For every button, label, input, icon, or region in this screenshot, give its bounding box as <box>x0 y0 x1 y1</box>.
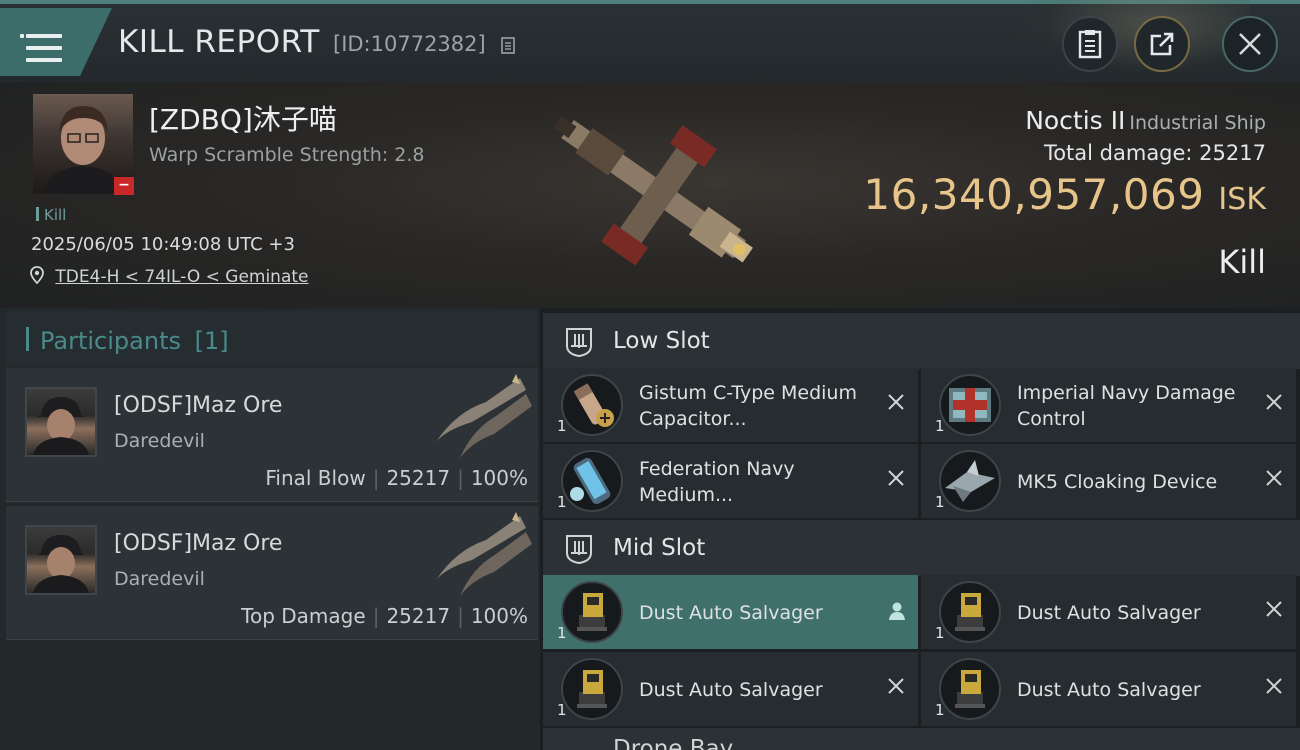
item-name: Imperial Navy Damage Control <box>1017 382 1236 430</box>
participant-avatar[interactable] <box>25 525 97 595</box>
close-icon <box>1239 33 1261 55</box>
dropped-item-person-icon <box>889 602 905 620</box>
destroyed-x-icon <box>888 470 904 486</box>
participant-stats: Top Damage | 25217 | 100% <box>241 604 528 628</box>
fitted-item[interactable]: 1 Dust Auto Salvager <box>543 652 918 726</box>
ship-name: Noctis II <box>1025 106 1126 135</box>
planet-backdrop <box>1010 0 1250 82</box>
participant-ship-image <box>436 374 532 458</box>
low-slot-icon <box>566 328 592 358</box>
blue-capacitor-icon <box>561 450 623 512</box>
fitted-item[interactable]: 1 Gistum C-Type Medium Capacitor... <box>543 368 918 442</box>
participant-stats: Final Blow | 25217 | 100% <box>265 466 528 490</box>
pilot-portrait-icon <box>33 397 89 455</box>
salvager-icon <box>561 581 623 643</box>
item-quantity: 1 <box>935 493 945 511</box>
warp-scramble-strength: Warp Scramble Strength: 2.8 <box>149 144 425 166</box>
salvager-icon <box>939 658 1001 720</box>
damage-control-icon <box>939 374 1001 436</box>
participant-role: Final Blow <box>265 466 366 490</box>
isk-loss: 16,340,957,069 ISK <box>863 170 1266 219</box>
capacitor-battery-icon <box>561 374 623 436</box>
low-slot-header[interactable]: Low Slot <box>543 313 1300 369</box>
pilot-portrait-icon <box>33 535 89 593</box>
victim-ship-image <box>553 116 753 266</box>
item-quantity: 1 <box>557 624 567 642</box>
item-name: Federation Navy Medium... <box>639 458 795 506</box>
item-name: MK5 Cloaking Device <box>1017 471 1218 493</box>
participant-ship: Daredevil <box>114 568 205 590</box>
participant-card[interactable]: [ODSF]Maz Ore Daredevil Top Damage | 25217… <box>6 506 538 640</box>
destroyed-x-icon <box>1266 470 1282 486</box>
mid-slot-title: Mid Slot <box>613 535 706 561</box>
item-quantity: 1 <box>935 417 945 435</box>
kill-tag: Kill <box>36 206 66 224</box>
destroyed-x-icon <box>1266 394 1282 410</box>
participants-count: [1] <box>194 327 229 355</box>
report-id: [ID:10772382] <box>333 32 486 56</box>
total-damage: Total damage: 25217 <box>1043 141 1266 165</box>
clipboard-button[interactable] <box>1062 16 1118 72</box>
participants-title: Participants [1] <box>26 327 229 355</box>
location-pin-icon <box>30 266 44 285</box>
participant-card[interactable]: [ODSF]Maz Ore Daredevil Final Blow | 25217… <box>6 368 538 502</box>
item-quantity: 1 <box>557 701 567 719</box>
fitted-item[interactable]: 1 Dust Auto Salvager <box>543 575 918 649</box>
kill-result: Kill <box>1218 243 1266 281</box>
participant-name[interactable]: [ODSF]Maz Ore <box>114 393 282 418</box>
mid-slot-header[interactable]: Mid Slot <box>543 520 1300 576</box>
clipboard-icon <box>1078 30 1102 59</box>
item-quantity: 1 <box>557 417 567 435</box>
item-quantity: 1 <box>557 493 567 511</box>
victim-ship[interactable]: Noctis II Industrial Ship <box>1025 106 1266 135</box>
next-slot-header[interactable]: Drone Bay <box>543 728 1300 750</box>
next-slot-title: Drone Bay <box>613 736 734 750</box>
kill-location[interactable]: TDE4-H < 74IL-O < Geminate <box>30 266 309 287</box>
salvager-icon <box>561 658 623 720</box>
location-link[interactable]: TDE4-H < 74IL-O < Geminate <box>55 267 308 287</box>
isk-unit: ISK <box>1218 182 1266 217</box>
fitted-item[interactable]: 1 Dust Auto Salvager <box>921 575 1296 649</box>
destroyed-x-icon <box>888 394 904 410</box>
fitted-item[interactable]: 1 Imperial Navy Damage Control <box>921 368 1296 442</box>
participant-role: Top Damage <box>241 604 366 628</box>
item-quantity: 1 <box>935 624 945 642</box>
share-button[interactable] <box>1134 16 1190 72</box>
destroyed-x-icon <box>1266 678 1282 694</box>
isk-value: 16,340,957,069 <box>863 170 1205 219</box>
participant-avatar[interactable] <box>25 387 97 457</box>
destroyed-x-icon <box>888 678 904 694</box>
participant-name[interactable]: [ODSF]Maz Ore <box>114 531 282 556</box>
item-name: Dust Auto Salvager <box>1017 602 1201 624</box>
participant-damage: 25217 <box>386 466 451 490</box>
item-name: Dust Auto Salvager <box>1017 679 1201 701</box>
low-slot-title: Low Slot <box>613 328 710 354</box>
destroyed-x-icon <box>1266 601 1282 617</box>
victim-name[interactable]: [ZDBQ]沐子喵 <box>149 98 337 138</box>
salvager-icon <box>939 581 1001 643</box>
item-name: Gistum C-Type Medium Capacitor... <box>639 382 857 430</box>
kill-datetime: 2025/06/05 10:49:08 UTC +3 <box>31 234 295 255</box>
participant-percent: 100% <box>470 604 528 628</box>
hamburger-menu-icon <box>20 34 62 62</box>
fitted-item[interactable]: 1 MK5 Cloaking Device <box>921 444 1296 518</box>
item-name: Dust Auto Salvager <box>639 602 823 624</box>
item-quantity: 1 <box>935 701 945 719</box>
page-title: KILL REPORT <box>118 24 320 60</box>
share-external-icon <box>1150 32 1174 56</box>
mid-slot-icon <box>566 535 592 565</box>
ship-class: Industrial Ship <box>1129 112 1266 134</box>
participant-percent: 100% <box>470 466 528 490</box>
item-name: Dust Auto Salvager <box>639 679 823 701</box>
copy-icon[interactable] <box>500 36 518 56</box>
fitted-item[interactable]: 1 Federation Navy Medium... <box>543 444 918 518</box>
hostile-badge: − <box>114 177 134 195</box>
fitted-item[interactable]: 1 Dust Auto Salvager <box>921 652 1296 726</box>
participant-damage: 25217 <box>386 604 451 628</box>
close-button[interactable] <box>1222 16 1278 72</box>
participant-ship-image <box>436 512 532 596</box>
cloaking-device-icon <box>939 450 1001 512</box>
participant-ship: Daredevil <box>114 430 205 452</box>
